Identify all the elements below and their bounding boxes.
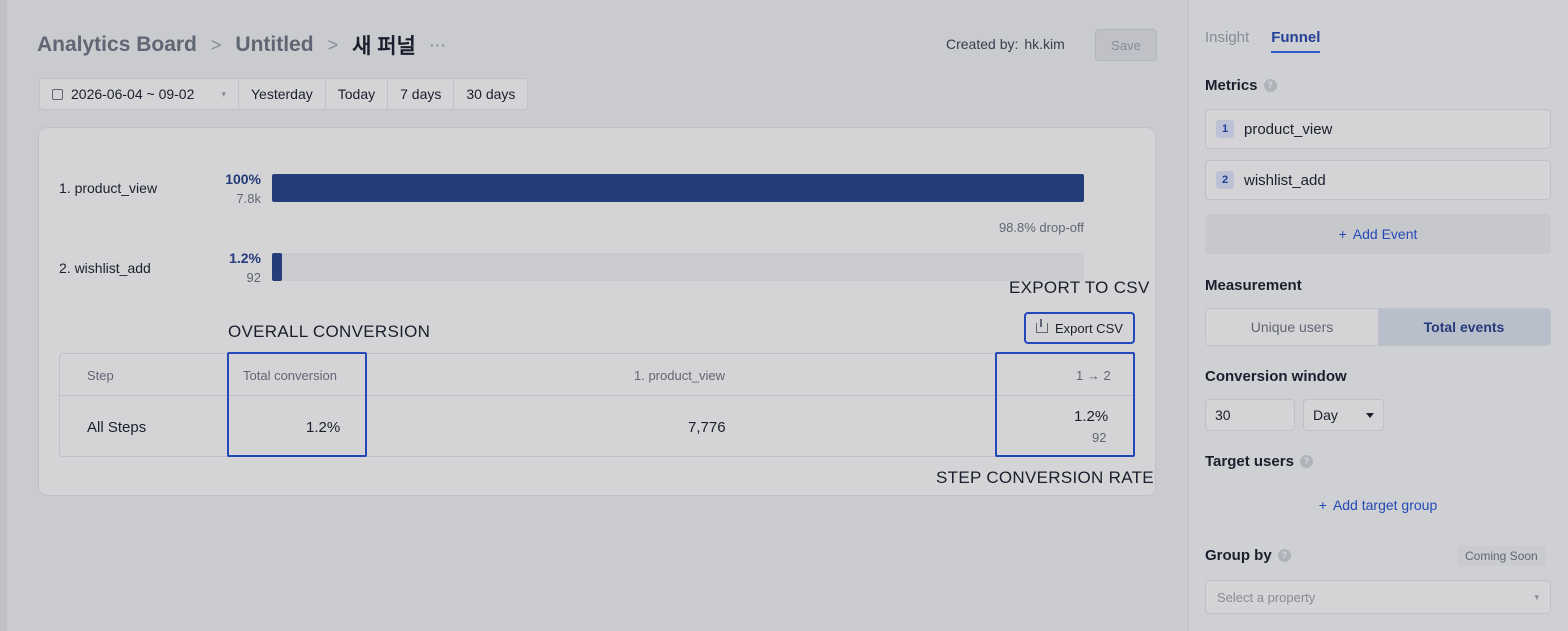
metric-name-1: product_view (1244, 120, 1333, 138)
more-icon[interactable]: ··· (430, 37, 447, 53)
settings-panel: Insight Funnel Metrics ? 1 product_view … (1188, 0, 1568, 631)
created-by: Created by: hk.kim (946, 36, 1065, 52)
chevron-right-icon: > (327, 34, 339, 55)
highlight-step-conversion (995, 352, 1135, 457)
breadcrumb-page[interactable]: Untitled (235, 33, 313, 57)
metric-number-2: 2 (1216, 171, 1234, 189)
row-step-all: All Steps (87, 419, 147, 436)
date-filter-bar: 2026-06-04 ~ 09-02 ▾ Yesterday Today 7 d… (39, 78, 529, 110)
help-icon[interactable]: ? (1263, 79, 1277, 92)
caret-down-icon: ▾ (1534, 591, 1539, 602)
bar-fill-2[interactable] (272, 253, 282, 281)
select-property-dropdown[interactable]: Select a property ▾ (1205, 580, 1551, 614)
chevron-right-icon: > (210, 34, 222, 55)
tab-insight[interactable]: Insight (1205, 29, 1249, 53)
bar-track-2 (272, 253, 1084, 281)
download-icon (1036, 319, 1048, 333)
select-property-placeholder: Select a property (1217, 589, 1316, 605)
highlight-overall-conversion (227, 352, 367, 457)
conversion-window-unit-select[interactable]: Day (1303, 399, 1384, 431)
created-by-label: Created by: (946, 36, 1019, 52)
tab-funnel[interactable]: Funnel (1271, 29, 1321, 53)
unit-value: Day (1313, 407, 1338, 423)
target-users-section: Target users ? (1205, 453, 1313, 470)
table-header (60, 354, 1134, 396)
annotation-step-conversion-rate: STEP CONVERSION RATE (936, 468, 1154, 487)
panel-tabs: Insight Funnel (1205, 29, 1321, 53)
save-button[interactable]: Save (1095, 29, 1157, 61)
app-root: Analytics Board > Untitled > 새 퍼널 ··· Cr… (0, 0, 1568, 631)
measurement-toggle: Unique users Total events (1205, 308, 1551, 346)
conversion-window-title: Conversion window (1205, 368, 1347, 385)
preset-today[interactable]: Today (326, 79, 389, 109)
export-csv-label: Export CSV (1055, 320, 1123, 336)
annotation-overall-conversion: OVERALL CONVERSION (228, 322, 431, 341)
metric-name-2: wishlist_add (1244, 171, 1326, 189)
conversion-window-input[interactable]: 30 (1205, 399, 1295, 431)
caret-down-icon: ▾ (221, 88, 226, 99)
measurement-total-events[interactable]: Total events (1378, 309, 1550, 345)
add-target-group-button[interactable]: + Add target group (1205, 485, 1551, 525)
step-count-2: 92 (246, 270, 261, 285)
row-step-1-count: 7,776 (688, 419, 726, 436)
add-target-group-label: Add target group (1332, 497, 1438, 513)
target-users-title: Target users (1205, 453, 1294, 470)
group-by-section: Group by ? (1205, 547, 1291, 564)
left-edge-strip (0, 0, 7, 631)
dropoff-text: 98.8% drop-off (998, 220, 1084, 235)
date-range-value: 2026-06-04 ~ 09-02 (71, 86, 195, 102)
header-step-1: 1. product_view (634, 368, 726, 383)
step-label-2: 2. wishlist_add (59, 260, 151, 276)
created-by-user: hk.kim (1024, 36, 1065, 52)
add-event-label: Add Event (1352, 226, 1418, 242)
metrics-section: Metrics ? (1205, 77, 1277, 94)
step-percent-2: 1.2% (229, 250, 261, 266)
annotation-export: EXPORT TO CSV (1009, 278, 1150, 297)
add-event-button[interactable]: + Add Event (1205, 214, 1551, 254)
metric-number-1: 1 (1216, 120, 1234, 138)
conversion-table: Step Total conversion 1. product_view 1 … (59, 353, 1135, 457)
group-by-title: Group by (1205, 547, 1272, 564)
breadcrumb-board[interactable]: Analytics Board (37, 33, 197, 57)
caret-down-icon (1366, 412, 1374, 418)
main-area: Analytics Board > Untitled > 새 퍼널 ··· Cr… (7, 0, 1188, 631)
breadcrumb: Analytics Board > Untitled > 새 퍼널 ··· (37, 30, 447, 60)
measurement-title: Measurement (1205, 277, 1302, 294)
preset-30-days[interactable]: 30 days (454, 79, 527, 109)
help-icon[interactable]: ? (1277, 549, 1291, 562)
step-label-1: 1. product_view (59, 180, 158, 196)
date-range-picker[interactable]: 2026-06-04 ~ 09-02 ▾ (40, 79, 239, 109)
help-icon[interactable]: ? (1299, 455, 1313, 468)
funnel-card: 1. product_view 100% 7.8k 98.8% drop-off… (39, 128, 1155, 495)
preset-7-days[interactable]: 7 days (388, 79, 455, 109)
plus-icon: + (1318, 497, 1327, 513)
bar-track-1 (272, 174, 1084, 202)
metric-item-2[interactable]: 2 wishlist_add (1205, 160, 1551, 200)
export-csv-button[interactable]: Export CSV (1024, 312, 1135, 344)
coming-soon-badge: Coming Soon (1457, 546, 1546, 566)
preset-yesterday[interactable]: Yesterday (239, 79, 326, 109)
plus-icon: + (1338, 226, 1347, 242)
step-count-1: 7.8k (236, 191, 261, 206)
metrics-title: Metrics (1205, 77, 1258, 94)
calendar-icon (52, 88, 63, 100)
measurement-unique-users[interactable]: Unique users (1206, 309, 1378, 345)
header-step: Step (87, 368, 114, 383)
bar-fill-1[interactable] (272, 174, 1084, 202)
dropoff-row: 98.8% drop-off (272, 220, 1084, 236)
step-percent-1: 100% (225, 171, 261, 187)
page-title[interactable]: 새 퍼널 (352, 30, 416, 60)
metric-item-1[interactable]: 1 product_view (1205, 109, 1551, 149)
